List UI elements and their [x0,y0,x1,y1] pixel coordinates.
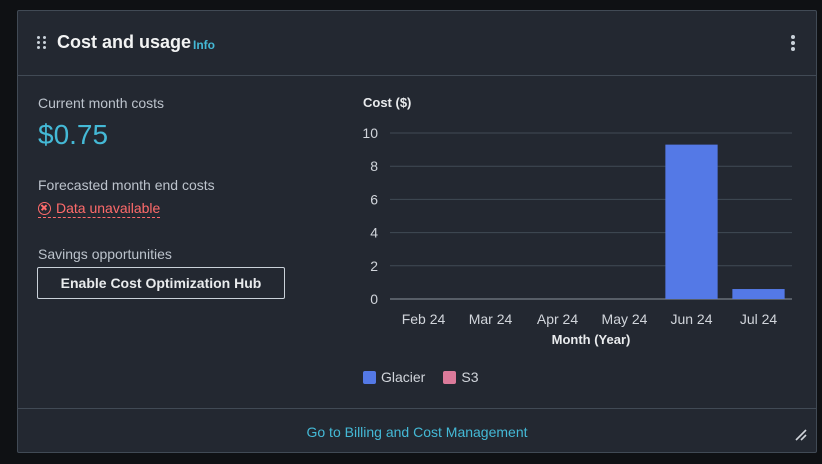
legend-item-glacier[interactable]: Glacier [363,369,425,385]
x-tick-label: Mar 24 [469,311,513,327]
widget-footer: Go to Billing and Cost Management [18,408,816,452]
legend-label-glacier: Glacier [381,369,426,385]
cost-and-usage-widget: Cost and usage Info Current month costs … [17,10,817,453]
x-tick-label: May 24 [602,311,648,327]
x-tick-label: Jun 24 [670,311,712,327]
y-tick-label: 10 [362,125,378,141]
x-tick-label: Apr 24 [537,311,578,327]
y-tick-label: 8 [370,158,378,174]
y-tick-label: 6 [370,191,378,207]
resize-handle-icon[interactable] [794,428,808,442]
cost-bar-chart: 0 2 4 6 8 10 Feb 24 Mar 24 Apr 24 May 24 Jun 24 Jul… [362,125,792,347]
legend-swatch-s3 [443,370,457,384]
billing-cost-management-link[interactable]: Go to Billing and Cost Management [18,424,816,440]
legend-item-s3[interactable]: S3 [443,369,478,385]
bar-glacier [665,144,718,299]
legend-swatch-glacier [363,370,376,384]
x-tick-label: Feb 24 [402,311,446,327]
x-tick-label: Jul 24 [740,311,778,327]
bar-glacier [732,289,785,299]
y-tick-label: 0 [370,291,378,307]
y-tick-label: 4 [370,225,378,241]
chart-legend: Glacier S3 [363,369,478,385]
y-tick-label: 2 [370,258,378,274]
legend-label-s3: S3 [461,369,479,385]
x-axis-label: Month (Year) [552,332,631,347]
